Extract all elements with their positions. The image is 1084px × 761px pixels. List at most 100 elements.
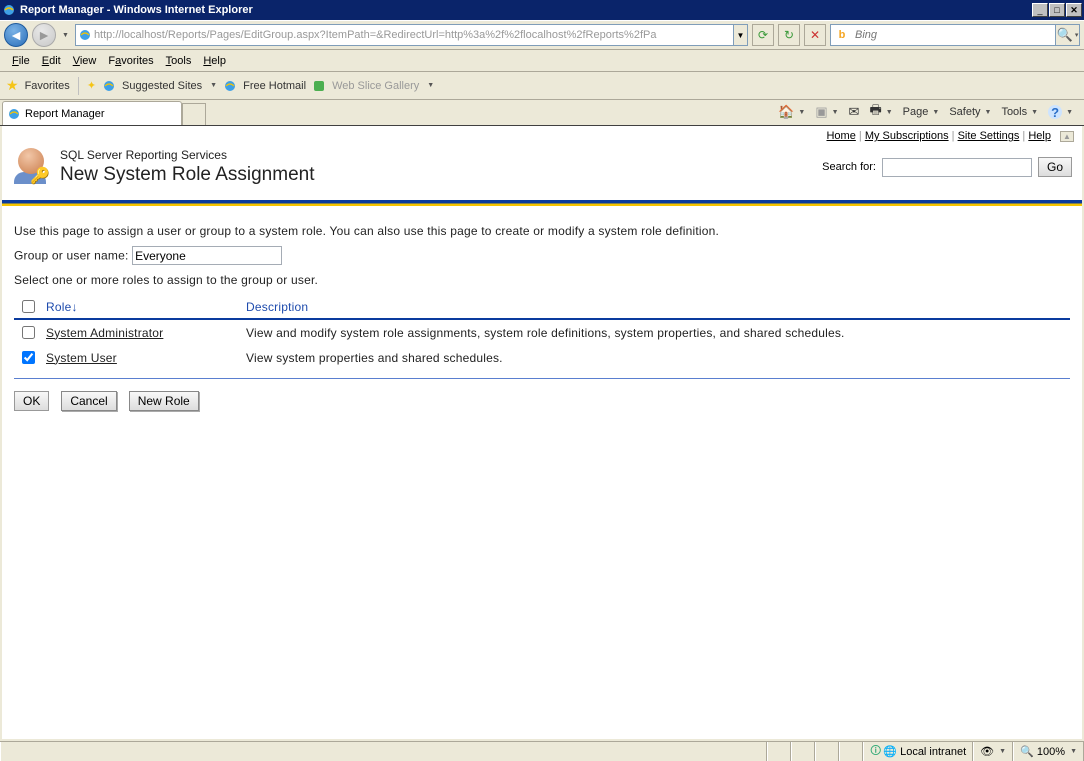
table-row: System Administrator View and modify sys… — [14, 319, 1070, 345]
minimize-button[interactable]: _ — [1032, 3, 1048, 17]
menu-view[interactable]: View — [67, 53, 103, 69]
mail-icon: ✉ — [849, 104, 860, 120]
webslice-icon — [312, 79, 326, 93]
role-checkbox[interactable] — [22, 326, 35, 339]
back-button[interactable]: ◄ — [4, 23, 28, 47]
favorites-star-icon: ★ — [6, 77, 19, 94]
menu-favorites[interactable]: Favorites — [102, 53, 159, 69]
address-dropdown[interactable]: ▼ — [733, 25, 747, 45]
nav-history-dropdown[interactable]: ▼ — [60, 32, 71, 39]
help-link[interactable]: Help — [1028, 130, 1051, 142]
menu-help[interactable]: Help — [197, 53, 232, 69]
search-input[interactable] — [853, 28, 1055, 42]
role-desc: View system properties and shared schedu… — [242, 345, 1070, 370]
lock-icon: 👁 — [980, 745, 994, 758]
tab-label: Report Manager — [25, 108, 105, 120]
security-zone-pane: 🛈 🌐 Local intranet — [863, 742, 973, 761]
ie-icon — [2, 3, 16, 17]
add-favorite-icon[interactable]: ✦ — [87, 79, 96, 92]
search-box[interactable]: b 🔍▾ — [830, 24, 1080, 46]
tab-report-manager[interactable]: Report Manager — [2, 101, 182, 125]
new-role-button[interactable]: New Role — [129, 391, 199, 411]
home-link[interactable]: Home — [826, 130, 855, 142]
dropdown-icon: ▼ — [999, 748, 1006, 755]
status-pane — [839, 742, 863, 761]
roles-table: Role↓ Description System Administrator V… — [14, 295, 1070, 370]
read-mail-button[interactable]: ✉ — [846, 102, 863, 122]
ie-favicon-icon — [7, 108, 21, 120]
table-row: System User View system properties and s… — [14, 345, 1070, 370]
menu-file[interactable]: File — [6, 53, 36, 69]
dropdown-icon[interactable]: ▼ — [427, 82, 434, 89]
free-hotmail-link[interactable]: Free Hotmail — [243, 80, 306, 92]
ok-button[interactable]: OK — [14, 391, 49, 411]
status-pane — [791, 742, 815, 761]
address-input[interactable] — [94, 26, 733, 44]
divider — [14, 378, 1070, 379]
group-name-label: Group or user name: — [14, 249, 129, 263]
search-go-button[interactable]: 🔍▾ — [1055, 25, 1079, 45]
report-search: Search for: Go — [822, 157, 1072, 177]
security-zone-label: Local intranet — [900, 746, 966, 758]
status-pane — [767, 742, 791, 761]
ie-mini-icon — [223, 79, 237, 93]
new-tab-button[interactable] — [182, 103, 206, 125]
select-all-checkbox[interactable] — [22, 300, 35, 313]
cancel-button[interactable]: Cancel — [61, 391, 116, 411]
zoom-pane[interactable]: 🔍 100% ▼ — [1013, 742, 1084, 761]
role-link[interactable]: System User — [46, 351, 117, 365]
safety-menu[interactable]: Safety▼ — [946, 104, 994, 120]
role-user-icon: 🔑 — [12, 148, 50, 186]
page-content: Home | My Subscriptions | Site Settings … — [0, 126, 1084, 741]
protected-mode-pane[interactable]: 👁 ▼ — [973, 742, 1013, 761]
intro-text: Use this page to assign a user or group … — [14, 224, 1070, 238]
ie-mini-icon — [102, 79, 116, 93]
favorites-bar: ★ Favorites ✦ Suggested Sites ▼ Free Hot… — [0, 72, 1084, 100]
report-search-input[interactable] — [882, 158, 1032, 177]
maximize-button[interactable]: □ — [1049, 3, 1065, 17]
forward-button[interactable]: ► — [32, 23, 56, 47]
menu-bar: File Edit View Favorites Tools Help — [0, 50, 1084, 72]
page-icon — [76, 29, 94, 41]
refresh-button[interactable]: ↻ — [778, 24, 800, 46]
menu-edit[interactable]: Edit — [36, 53, 67, 69]
web-slice-link[interactable]: Web Slice Gallery — [332, 80, 419, 92]
nav-toolbar: ◄ ► ▼ ▼ ⟳ ↻ ✕ b 🔍▾ — [0, 20, 1084, 50]
menu-tools[interactable]: Tools — [160, 53, 198, 69]
separator — [78, 77, 79, 95]
tools-menu[interactable]: Tools▼ — [998, 104, 1041, 120]
status-text-pane — [0, 742, 767, 761]
rss-icon: ▣ — [815, 104, 827, 120]
window-title: Report Manager - Windows Internet Explor… — [20, 4, 1032, 16]
top-nav: Home | My Subscriptions | Site Settings … — [2, 126, 1082, 144]
stop-button[interactable]: ✕ — [804, 24, 826, 46]
column-description[interactable]: Description — [242, 295, 1070, 319]
column-role[interactable]: Role↓ — [42, 295, 242, 319]
role-link[interactable]: System Administrator — [46, 326, 163, 340]
home-button[interactable]: 🏠▼ — [775, 102, 808, 122]
suggested-sites-link[interactable]: Suggested Sites — [122, 80, 202, 92]
search-label: Search for: — [822, 161, 876, 173]
address-bar[interactable]: ▼ — [75, 24, 748, 46]
group-name-input[interactable] — [132, 246, 282, 265]
status-bar: 🛈 🌐 Local intranet 👁 ▼ 🔍 100% ▼ — [0, 741, 1084, 761]
group-name-row: Group or user name: — [14, 246, 1070, 265]
go-button[interactable]: Go — [1038, 157, 1072, 177]
page-menu[interactable]: Page▼ — [900, 104, 943, 120]
site-settings-link[interactable]: Site Settings — [958, 130, 1020, 142]
print-button[interactable]: 🖶▼ — [866, 99, 895, 125]
close-button[interactable]: ✕ — [1066, 3, 1082, 17]
feeds-button[interactable]: ▣▼ — [812, 102, 841, 122]
scroll-up-icon[interactable]: ▲ — [1060, 131, 1074, 142]
shield-icon: 🛈 — [870, 742, 881, 761]
dropdown-icon: ▼ — [1070, 748, 1077, 755]
home-icon: 🏠 — [778, 104, 794, 120]
favorites-label[interactable]: Favorites — [25, 80, 70, 92]
help-button[interactable]: ?▼ — [1045, 103, 1076, 121]
help-icon: ? — [1048, 105, 1062, 119]
my-subscriptions-link[interactable]: My Subscriptions — [865, 130, 949, 142]
compat-view-button[interactable]: ⟳ — [752, 24, 774, 46]
tab-strip: Report Manager 🏠▼ ▣▼ ✉ 🖶▼ Page▼ Safety▼ … — [0, 100, 1084, 126]
role-checkbox[interactable] — [22, 351, 35, 364]
dropdown-icon[interactable]: ▼ — [210, 82, 217, 89]
